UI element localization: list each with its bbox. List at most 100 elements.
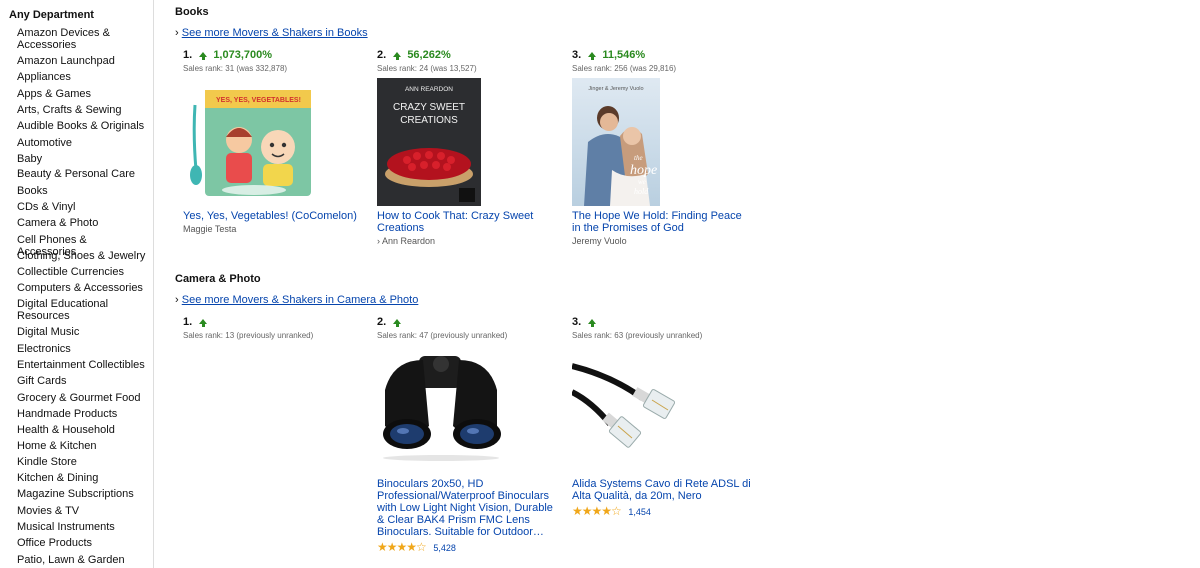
- sales-rank: Sales rank: 256 (was 29,816): [572, 64, 677, 73]
- cook-title-text-2: CREATIONS: [400, 115, 458, 126]
- rank-line: 2. 56,262%: [377, 49, 451, 61]
- sidebar-item-amazon-launchpad[interactable]: Amazon Launchpad: [17, 55, 147, 67]
- sales-rank: Sales rank: 24 (was 13,527): [377, 64, 477, 73]
- department-sidebar: Any Department Amazon Devices & Accessor…: [0, 0, 154, 568]
- half-star-icon: ☆: [611, 504, 622, 518]
- product-author: Jeremy Vuolo: [572, 236, 627, 246]
- sidebar-item-collectible-currencies[interactable]: Collectible Currencies: [17, 266, 147, 278]
- see-more-camera-photo: › See more Movers & Shakers in Camera & …: [175, 294, 418, 306]
- rank-number: 1.: [183, 49, 193, 61]
- rank-change-percent: 56,262%: [407, 49, 451, 61]
- sidebar-item-kindle-store[interactable]: Kindle Store: [17, 456, 147, 468]
- sidebar-item-gift-cards[interactable]: Gift Cards: [17, 375, 147, 387]
- star-rating[interactable]: ★★★★☆ 5,428: [377, 540, 456, 554]
- rank-line: 1.: [183, 316, 210, 328]
- sales-rank: Sales rank: 63 (previously unranked): [572, 331, 703, 340]
- sidebar-item-computers[interactable]: Computers & Accessories: [17, 282, 147, 294]
- product-card-book-1: 1. 1,073,700% Sales rank: 31 (was 332,87…: [175, 49, 365, 249]
- rank-change-percent: 11,546%: [602, 49, 646, 61]
- rank-number: 2.: [377, 316, 387, 328]
- up-arrow-icon: [584, 49, 599, 61]
- sidebar-item-arts-crafts[interactable]: Arts, Crafts & Sewing: [17, 104, 147, 116]
- sales-rank: Sales rank: 31 (was 332,878): [183, 64, 288, 73]
- product-card-camera-1: 1. Sales rank: 13 (previously unranked): [175, 316, 365, 356]
- hope-title-text-1: the: [634, 154, 643, 162]
- hope-title-text-2: hope: [630, 163, 657, 178]
- sidebar-item-books[interactable]: Books: [17, 185, 147, 197]
- sidebar-item-automotive[interactable]: Automotive: [17, 137, 147, 149]
- sidebar-item-home-kitchen[interactable]: Home & Kitchen: [17, 440, 147, 452]
- sidebar-item-handmade[interactable]: Handmade Products: [17, 408, 147, 420]
- sidebar-item-patio-lawn[interactable]: Patio, Lawn & Garden: [17, 554, 147, 566]
- cook-title-text-1: CRAZY SWEET: [393, 102, 465, 113]
- rank-line: 2.: [377, 316, 404, 328]
- sidebar-item-audible[interactable]: Audible Books & Originals: [17, 120, 147, 132]
- hope-title-text-4: hold: [634, 187, 649, 196]
- product-title[interactable]: Binoculars 20x50, HD Professional/Waterp…: [377, 478, 557, 538]
- half-star-icon: ☆: [416, 540, 427, 554]
- rank-line: 3. 11,546%: [572, 49, 645, 61]
- product-image-cocomelon[interactable]: YES, YES, VEGETABLES!: [183, 87, 313, 199]
- rank-change-percent: 1,073,700%: [213, 49, 273, 61]
- star-rating[interactable]: ★★★★☆ 1,454: [572, 504, 651, 518]
- product-title[interactable]: The Hope We Hold: Finding Peace in the P…: [572, 210, 752, 234]
- sidebar-item-digital-music[interactable]: Digital Music: [17, 326, 147, 338]
- rating-count[interactable]: 5,428: [433, 543, 456, 553]
- see-more-chevron: ›: [175, 294, 179, 306]
- sidebar-item-appliances[interactable]: Appliances: [17, 71, 147, 83]
- product-author: Maggie Testa: [183, 224, 237, 234]
- sidebar-item-apps-games[interactable]: Apps & Games: [17, 88, 147, 100]
- sidebar-item-clothing[interactable]: Clothing, Shoes & Jewelry: [17, 250, 147, 262]
- product-image-adsl-cable[interactable]: [570, 360, 702, 460]
- rank-number: 2.: [377, 49, 387, 61]
- sidebar-item-camera-photo[interactable]: Camera & Photo: [17, 217, 147, 229]
- product-author-link[interactable]: › Ann Reardon: [377, 236, 435, 246]
- sidebar-item-magazine-subscriptions[interactable]: Magazine Subscriptions: [17, 488, 147, 500]
- sidebar-item-baby[interactable]: Baby: [17, 153, 147, 165]
- sidebar-item-digital-educational[interactable]: Digital Educational Resources: [17, 298, 147, 322]
- section-title-books: Books: [175, 6, 209, 18]
- sidebar-title: Any Department: [9, 9, 94, 21]
- see-more-chevron: ›: [175, 27, 179, 39]
- rank-number: 1.: [183, 316, 193, 328]
- cook-author-text: ANN REARDON: [405, 86, 453, 93]
- up-arrow-icon: [195, 316, 210, 328]
- sidebar-item-amazon-devices[interactable]: Amazon Devices & Accessories: [17, 27, 147, 51]
- sidebar-item-movies-tv[interactable]: Movies & TV: [17, 505, 147, 517]
- sidebar-item-entertainment-collectibles[interactable]: Entertainment Collectibles: [17, 359, 147, 371]
- hope-title-text-3: we: [638, 178, 646, 186]
- sidebar-item-electronics[interactable]: Electronics: [17, 343, 147, 355]
- sales-rank: Sales rank: 47 (previously unranked): [377, 331, 508, 340]
- see-more-books-link[interactable]: See more Movers & Shakers in Books: [182, 27, 368, 39]
- product-card-book-2: 2. 56,262% Sales rank: 24 (was 13,527) A…: [369, 49, 559, 249]
- see-more-camera-photo-link[interactable]: See more Movers & Shakers in Camera & Ph…: [182, 294, 419, 306]
- hope-authors-text: Jinger & Jeremy Vuolo: [588, 86, 643, 92]
- sidebar-item-health[interactable]: Health & Household: [17, 424, 147, 436]
- product-image-crazy-sweet-creations[interactable]: ANN REARDON CRAZY SWEET CREATIONS: [377, 78, 481, 206]
- rank-number: 3.: [572, 49, 582, 61]
- up-arrow-icon: [195, 49, 210, 61]
- cocomelon-banner-text: YES, YES, VEGETABLES!: [216, 97, 301, 104]
- sidebar-item-beauty[interactable]: Beauty & Personal Care: [17, 168, 147, 180]
- sidebar-item-cds-vinyl[interactable]: CDs & Vinyl: [17, 201, 147, 213]
- product-title[interactable]: How to Cook That: Crazy Sweet Creations: [377, 210, 557, 234]
- sidebar-item-grocery[interactable]: Grocery & Gourmet Food: [17, 392, 147, 404]
- section-title-camera-photo: Camera & Photo: [175, 273, 261, 285]
- product-card-book-3: 3. 11,546% Sales rank: 256 (was 29,816) …: [564, 49, 754, 249]
- product-title[interactable]: Yes, Yes, Vegetables! (CoComelon): [183, 210, 363, 222]
- up-arrow-icon: [584, 316, 599, 328]
- product-card-adsl-cable: 3. Sales rank: 63 (previously unranked) …: [564, 316, 754, 526]
- sidebar-item-kitchen-dining[interactable]: Kitchen & Dining: [17, 472, 147, 484]
- product-title[interactable]: Alida Systems Cavo di Rete ADSL di Alta …: [572, 478, 752, 502]
- star-icon: ★★★★: [572, 504, 612, 518]
- star-icon: ★★★★: [377, 540, 417, 554]
- up-arrow-icon: [389, 49, 404, 61]
- product-image-binoculars[interactable]: [377, 350, 507, 462]
- sidebar-item-office-products[interactable]: Office Products: [17, 537, 147, 549]
- see-more-books: › See more Movers & Shakers in Books: [175, 27, 368, 39]
- up-arrow-icon: [389, 316, 404, 328]
- rating-count[interactable]: 1,454: [628, 507, 651, 517]
- product-image-hope-we-hold[interactable]: Jinger & Jeremy Vuolo the hope we hold: [572, 78, 660, 206]
- rank-number: 3.: [572, 316, 582, 328]
- sidebar-item-musical-instruments[interactable]: Musical Instruments: [17, 521, 147, 533]
